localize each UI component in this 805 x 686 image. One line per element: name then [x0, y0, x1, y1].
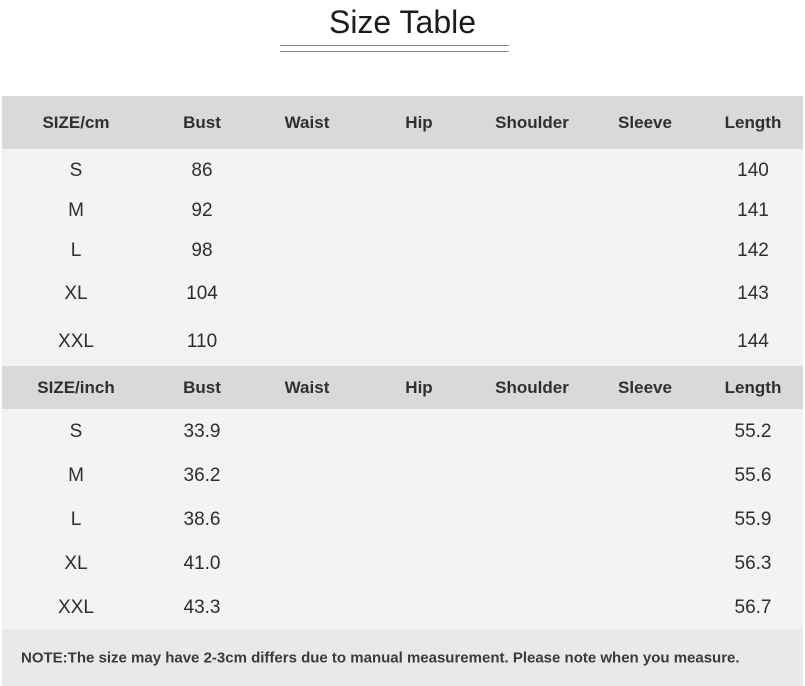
size-label-cell: M [68, 465, 84, 486]
size-label-cell: XXL [58, 597, 94, 618]
inch-table-header-band [2, 366, 803, 409]
inch-table-body-band [2, 409, 803, 629]
table-cell: 104 [186, 283, 218, 304]
size-label-cell: XL [64, 283, 88, 304]
table-cell: 110 [186, 331, 218, 352]
size-label-cell: M [68, 200, 84, 221]
measurement-note: NOTE:The size may have 2-3cm differs due… [21, 649, 740, 667]
table-cell: 55.2 [734, 421, 772, 442]
table-cell: 140 [737, 160, 769, 181]
size-label-cell: S [69, 421, 83, 442]
table-cell: 92 [191, 200, 213, 221]
column-header: Waist [284, 113, 330, 132]
size-label-cell: XL [64, 553, 88, 574]
table-cell: 56.3 [734, 553, 772, 574]
column-header: SIZE/inch [37, 378, 115, 397]
table-cell: 55.6 [734, 465, 772, 486]
table-cell: 55.9 [734, 509, 772, 530]
table-cell: 142 [737, 240, 769, 261]
cm-table-body-band [2, 149, 803, 366]
title-underline [280, 45, 509, 46]
title-underline [280, 51, 509, 52]
table-cell: 43.3 [183, 597, 221, 618]
page-title: Size Table [328, 4, 477, 40]
column-header: Sleeve [618, 378, 672, 397]
column-header: Sleeve [618, 113, 672, 132]
table-cell: 33.9 [183, 421, 221, 442]
column-header: Waist [284, 378, 330, 397]
table-cell: 98 [191, 240, 213, 261]
table-cell: 36.2 [183, 465, 221, 486]
column-header: Bust [183, 113, 221, 132]
table-cell: 56.7 [734, 597, 772, 618]
column-header: Hip [405, 378, 433, 397]
size-label-cell: L [70, 240, 82, 261]
table-cell: 141 [737, 200, 769, 221]
size-label-cell: L [70, 509, 82, 530]
table-cell: 143 [737, 283, 769, 304]
table-cell: 144 [737, 331, 769, 352]
size-label-cell: S [69, 160, 83, 181]
column-header: Length [724, 378, 782, 397]
column-header: Shoulder [495, 113, 569, 132]
cm-table-header-band [2, 96, 803, 149]
table-cell: 38.6 [183, 509, 221, 530]
column-header: Shoulder [495, 378, 569, 397]
table-cell: 41.0 [183, 553, 221, 574]
size-label-cell: XXL [58, 331, 94, 352]
column-header: Hip [405, 113, 433, 132]
column-header: SIZE/cm [42, 113, 110, 132]
table-cell: 86 [191, 160, 213, 181]
column-header: Length [724, 113, 782, 132]
column-header: Bust [183, 378, 221, 397]
